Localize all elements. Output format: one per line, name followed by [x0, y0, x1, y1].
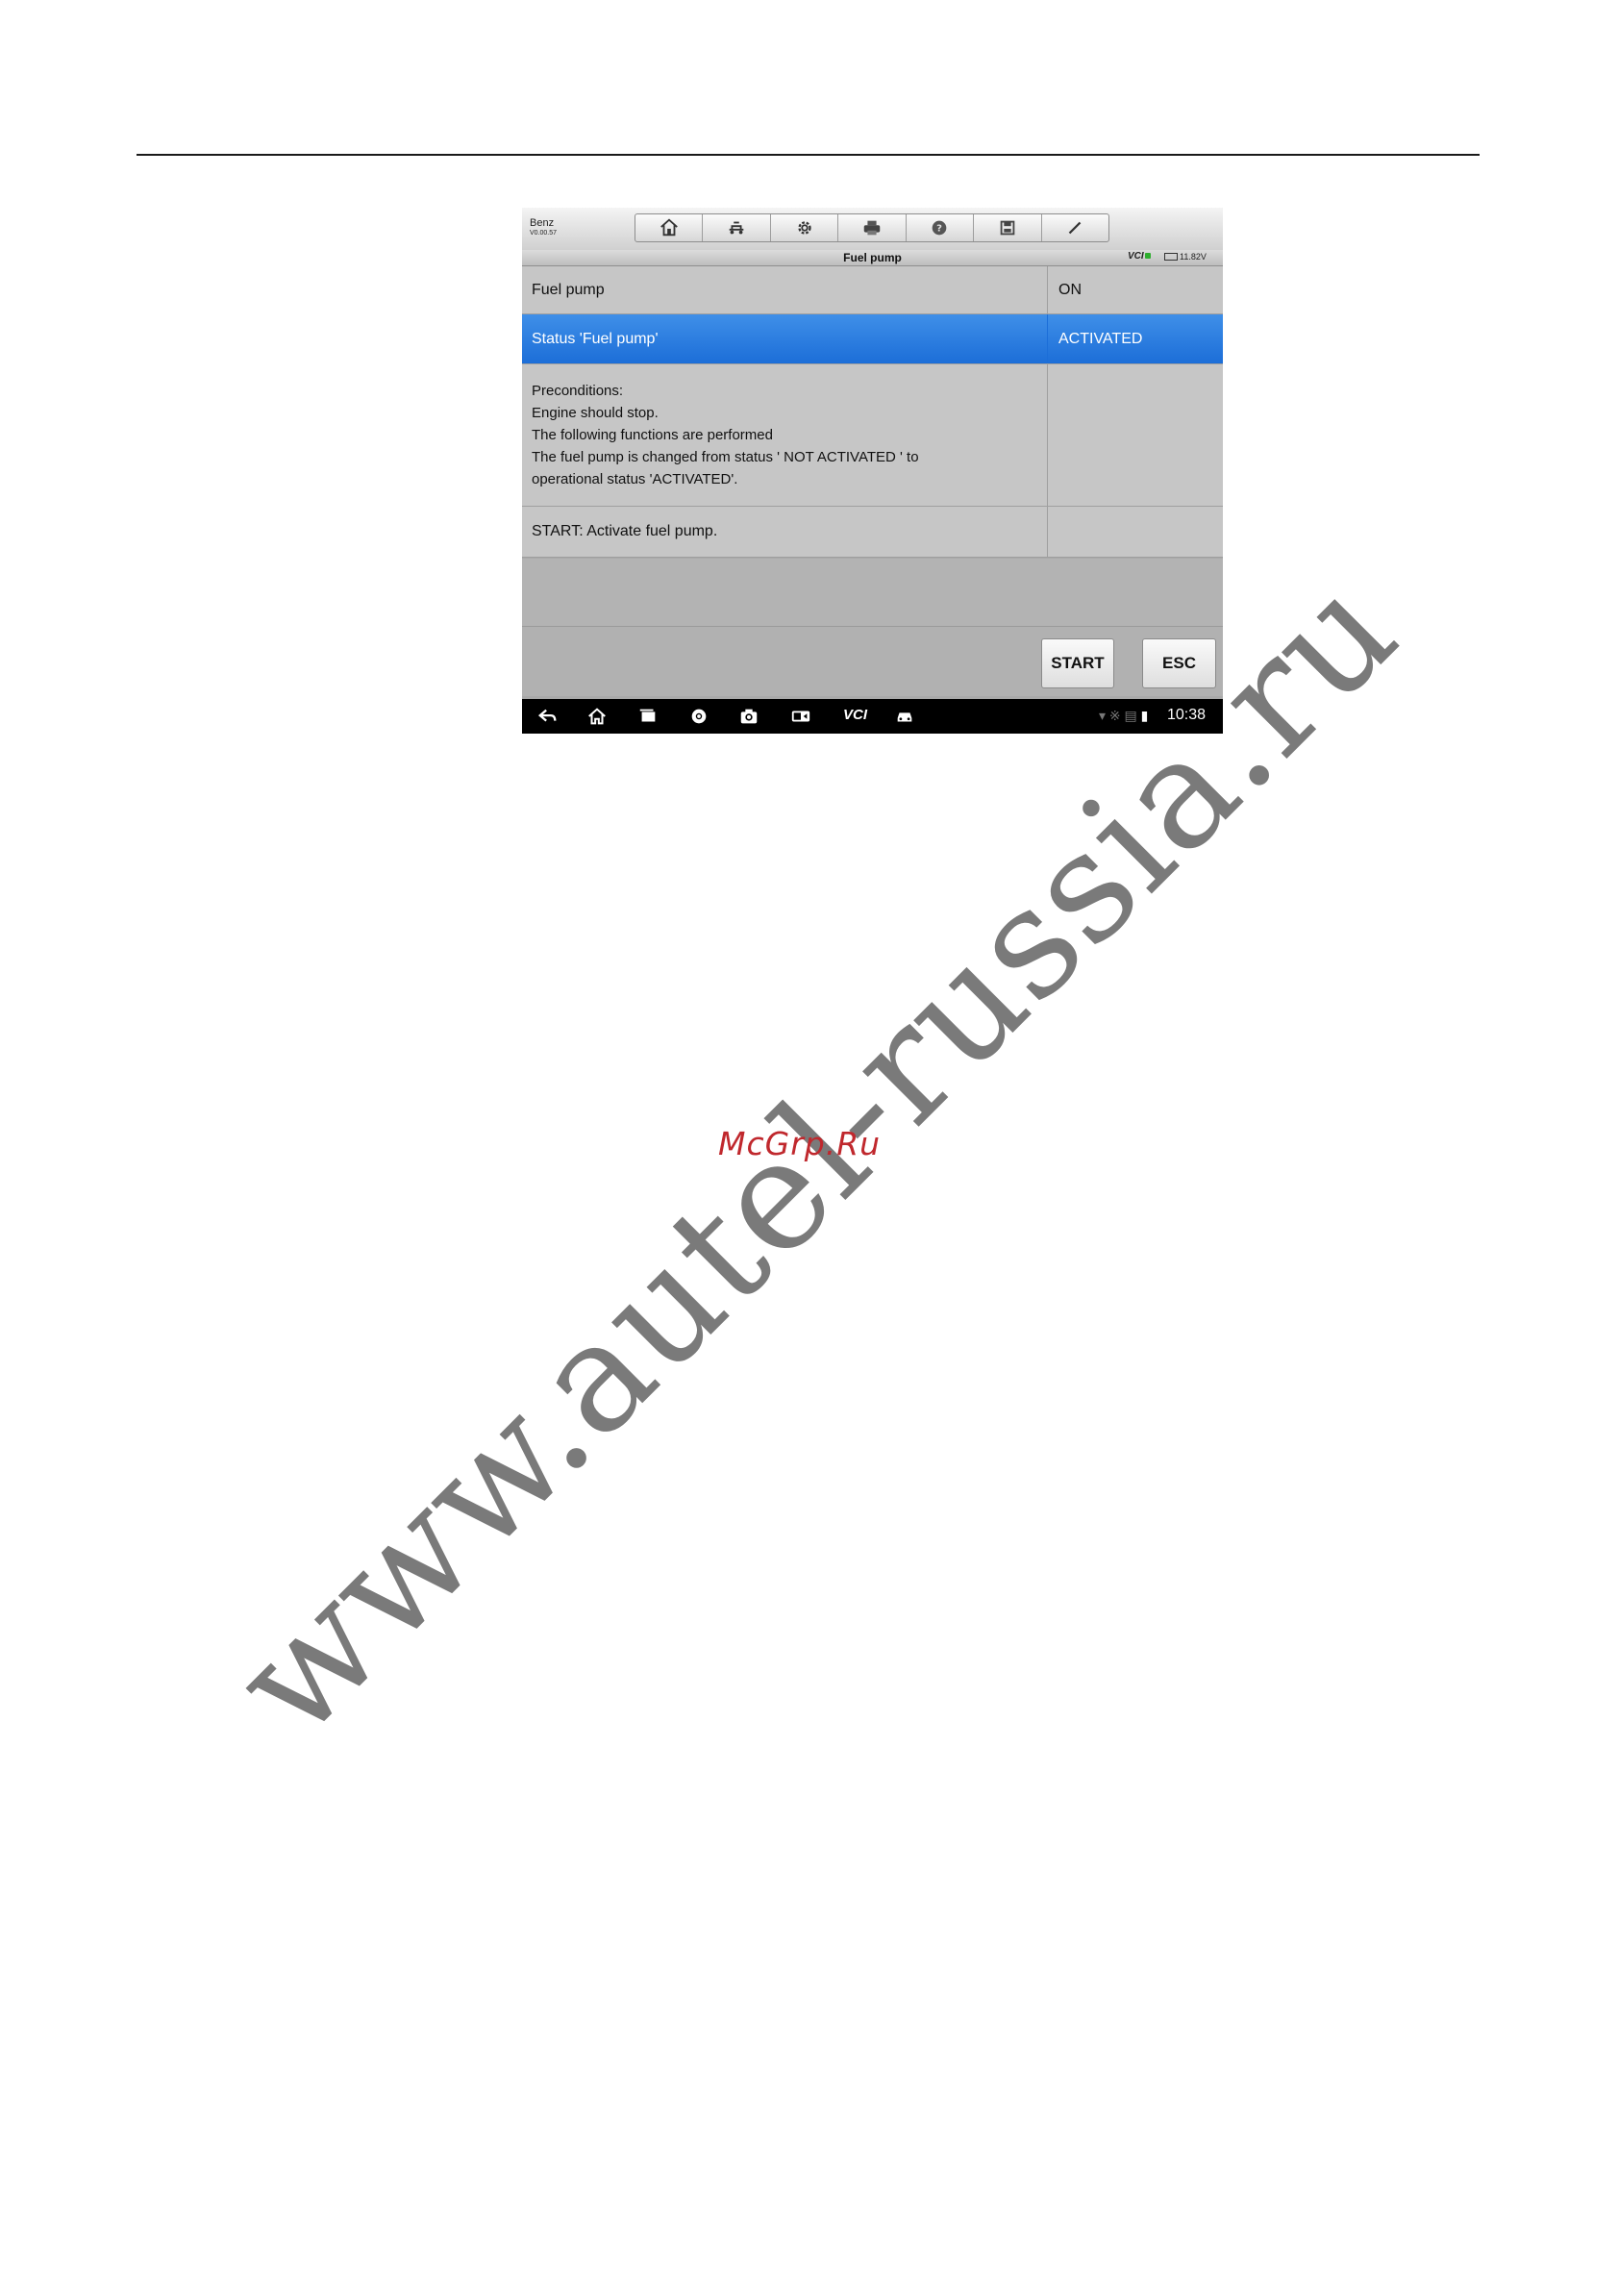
help-icon: ?	[933, 220, 947, 236]
help-button[interactable]: ?	[907, 214, 975, 241]
print-button[interactable]	[838, 214, 907, 241]
item-value: ON	[1058, 281, 1082, 298]
screen-title: Fuel pump	[843, 251, 902, 264]
page-header-rule	[137, 154, 1480, 156]
bluetooth-icon: ※	[1108, 708, 1121, 723]
precondition-line: Engine should stop.	[532, 405, 659, 421]
function-toolbar: ?	[635, 213, 1109, 242]
start-button[interactable]: START	[1041, 638, 1114, 688]
home-button[interactable]	[635, 214, 704, 241]
edit-button[interactable]	[1042, 214, 1108, 241]
item-label: Status 'Fuel pump'	[522, 314, 1048, 363]
item-label: START: Activate fuel pump.	[522, 507, 1048, 557]
list-item[interactable]: START: Activate fuel pump.	[522, 507, 1223, 558]
camera-icon	[740, 709, 758, 724]
screen-capture-icon	[791, 711, 810, 722]
list-item-preconditions[interactable]: Preconditions: Engine should stop. The f…	[522, 364, 1223, 507]
vci-button[interactable]: VCI	[843, 707, 867, 723]
item-value: ACTIVATED	[1058, 330, 1143, 347]
button-bar	[522, 627, 1223, 696]
software-version: V0.00.57	[530, 230, 558, 237]
save-icon	[1000, 220, 1015, 236]
battery-voltage: 11.82V	[1164, 252, 1207, 262]
device-screen: Benz V0.00.57 ? Fuel pump VCI 11.82V Fue…	[522, 208, 1223, 734]
gear-icon	[797, 221, 811, 235]
car-icon	[897, 712, 912, 722]
vci-connected-icon	[1144, 253, 1151, 259]
home-icon	[660, 218, 678, 237]
car-button[interactable]	[894, 706, 915, 727]
item-value	[1048, 364, 1223, 506]
vci-icon: VCI	[843, 707, 868, 723]
vehicle-swap-icon	[729, 221, 744, 235]
settings-button[interactable]	[771, 214, 839, 241]
save-button[interactable]	[974, 214, 1042, 241]
browser-icon	[691, 709, 707, 724]
vehicle-swap-button[interactable]	[703, 214, 771, 241]
list-item[interactable]: Fuel pump ON	[522, 266, 1223, 314]
back-button[interactable]	[537, 706, 559, 727]
pen-icon	[1068, 221, 1082, 235]
svg-text:?: ?	[936, 224, 942, 235]
vehicle-brand: Benz	[530, 217, 555, 229]
list-empty-area	[522, 559, 1223, 627]
vci-label: VCI	[1128, 251, 1144, 262]
printer-icon	[863, 220, 881, 236]
precondition-line: The fuel pump is changed from status ' N…	[532, 449, 919, 465]
vci-status: VCI	[1128, 251, 1151, 262]
site-stamp: McGrp.Ru	[718, 1125, 882, 1162]
camera-button[interactable]	[738, 706, 759, 727]
home-icon	[588, 708, 606, 725]
screen-capture-button[interactable]	[790, 706, 811, 727]
vehicle-info: Benz V0.00.57	[530, 217, 557, 237]
precondition-line: The following functions are performed	[532, 427, 773, 443]
list-item-selected[interactable]: Status 'Fuel pump' ACTIVATED	[522, 314, 1223, 364]
item-value	[1048, 507, 1223, 557]
voltage-value: 11.82V	[1180, 252, 1207, 262]
screen-title-bar: Fuel pump VCI 11.82V	[522, 250, 1223, 266]
browser-button[interactable]	[688, 706, 709, 727]
back-icon	[537, 709, 557, 722]
recent-apps-button[interactable]	[637, 706, 659, 727]
precondition-line: Preconditions:	[532, 383, 624, 399]
wifi-icon: ▾	[1099, 708, 1107, 723]
top-toolbar-bar: Benz V0.00.57 ?	[522, 208, 1223, 251]
precondition-line: operational status 'ACTIVATED'.	[532, 471, 738, 487]
item-label: Preconditions: Engine should stop. The f…	[522, 364, 1048, 506]
recent-apps-icon	[639, 709, 656, 722]
item-label: Fuel pump	[522, 266, 1048, 313]
nav-home-button[interactable]	[586, 706, 608, 727]
battery-icon	[1164, 253, 1178, 261]
